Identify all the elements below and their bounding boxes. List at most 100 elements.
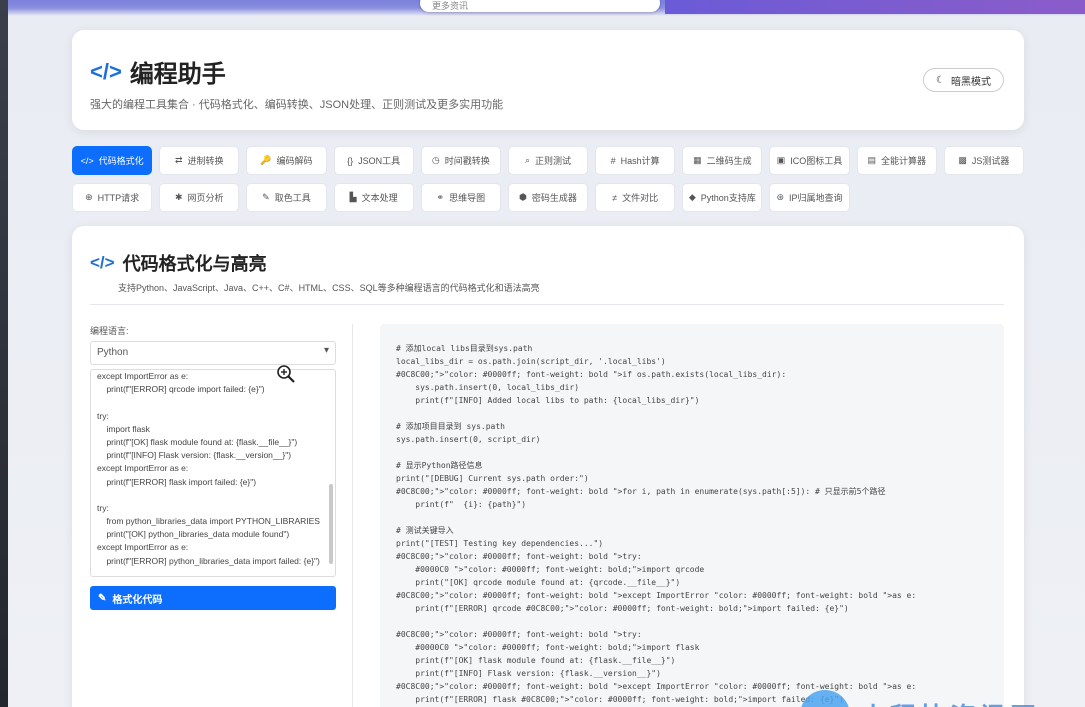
output-line: print(f"[ERROR] qrcode #0C8C00;">"color:… <box>396 604 849 613</box>
scrollbar[interactable] <box>329 374 333 574</box>
code-icon: </> <box>90 58 122 84</box>
tool-button[interactable]: ⊕ HTTP请求 <box>72 183 153 212</box>
tool-button[interactable]: ▦ 二维码生成 <box>682 146 763 175</box>
tool-button[interactable]: ⌕ 正则测试 <box>507 146 589 175</box>
tool-label: IP归属地查询 <box>789 193 843 203</box>
tool-label: JSON工具 <box>358 156 401 166</box>
output-line: print(f" {i}: {path}") <box>396 500 527 509</box>
tool-icon: ≠ <box>612 192 618 203</box>
tool-button[interactable]: # Hash计算 <box>595 146 676 175</box>
tool-button[interactable]: ◆ Python支持库 <box>682 183 763 212</box>
tool-label: Python支持库 <box>700 193 756 203</box>
tool-button[interactable]: ▙ 文本处理 <box>333 183 414 212</box>
tool-button[interactable]: ≠ 文件对比 <box>595 183 676 212</box>
tool-icon: # <box>610 155 616 166</box>
app-subtitle: 强大的编程工具集合 · 代码格式化、编码转换、JSON处理、正则测试及更多实用功… <box>90 99 504 111</box>
tool-button[interactable]: ▩ JS测试器 <box>943 146 1024 175</box>
tool-button[interactable]: ◷ 时间戳转换 <box>420 146 501 175</box>
output-line: #0C8C00;">"color: #0000ff; font-weight: … <box>396 487 886 496</box>
tool-label: JS测试器 <box>971 156 1010 166</box>
output-line: print(f"[OK] flask module found at: {fla… <box>396 656 676 665</box>
tool-icon: ⇄ <box>174 155 183 165</box>
output-line: print("[DEBUG] Current sys.path order:") <box>396 474 589 483</box>
tool-icon: ◷ <box>431 155 440 165</box>
code-line: print(f"[ERROR] python_libraries_data im… <box>97 555 320 566</box>
output-line: #0C8C00;">"color: #0000ff; font-weight: … <box>396 591 917 600</box>
section-title-text: 代码格式化与高亮 <box>122 254 267 274</box>
header-card: </> 编程助手 强大的编程工具集合 · 代码格式化、编码转换、JSON处理、正… <box>72 30 1024 130</box>
tool-button[interactable]: 🔑 编码解码 <box>246 146 327 175</box>
format-button-label: 格式化代码 <box>112 594 163 606</box>
app-title: </> 编程助手 <box>90 54 226 89</box>
output-line: # 添加项目目录到 sys.path <box>396 422 505 431</box>
tool-icon: ⬢ <box>519 192 527 202</box>
output-line: sys.path.insert(0, local_libs_dir) <box>396 383 580 392</box>
os-left-edge <box>0 0 8 707</box>
tool-icon: 🔑 <box>260 155 272 165</box>
code-line: print(f"[OK] flask module found at: {fla… <box>97 436 298 447</box>
tool-label: 进制转换 <box>187 156 224 166</box>
code-icon: </> <box>90 253 115 272</box>
zoom-in-cursor-icon <box>277 365 295 383</box>
tool-icon: ▦ <box>693 155 702 165</box>
watermark: 小程快资讯网 <box>800 690 1040 707</box>
language-select[interactable]: Python ▾ <box>90 341 336 365</box>
output-line: local_libs_dir = os.path.join(script_dir… <box>396 357 666 366</box>
tool-icon: ✱ <box>174 192 183 202</box>
tool-button[interactable]: ▣ ICO图标工具 <box>769 146 850 175</box>
tool-button[interactable]: ✱ 网页分析 <box>159 183 240 212</box>
output-line: # 添加local libs目录到sys.path <box>396 344 533 353</box>
tool-button[interactable]: ✎ 取色工具 <box>246 183 327 212</box>
tool-label: 网页分析 <box>187 193 224 203</box>
tool-icon: ▤ <box>867 155 876 165</box>
tool-button[interactable]: ⚭ 思维导图 <box>420 183 501 212</box>
output-line: print(f"[INFO] Flask version: {flask.__v… <box>396 669 661 678</box>
tool-button[interactable]: ⊛ IP归属地查询 <box>769 183 850 212</box>
section-title: </> 代码格式化与高亮 <box>90 250 267 276</box>
output-line: sys.path.insert(0, script_dir) <box>396 435 541 444</box>
code-line: except ImportError as e: <box>97 463 189 474</box>
tool-button[interactable]: {} JSON工具 <box>333 146 414 175</box>
tool-button[interactable]: </> 代码格式化 <box>72 146 153 175</box>
tool-grid: </> 代码格式化 ⇄ 进制转换 🔑 编码解码 {} JSON工具 ◷ 时间戳转换 ⌕ 正则测试 # Ha… <box>72 146 1024 212</box>
code-line: from python_libraries_data import PYTHON… <box>97 516 320 527</box>
top-banner <box>665 0 1085 14</box>
tool-icon: {} <box>347 155 354 166</box>
main-card: </> 代码格式化与高亮 支持Python、JavaScript、Java、C+… <box>72 226 1024 707</box>
format-code-button[interactable]: ✎ 格式化代码 <box>90 586 336 610</box>
tool-button[interactable]: ▤ 全能计算器 <box>856 146 937 175</box>
output-line: #0000C0 ">"color: #0000ff; font-weight: … <box>396 565 705 574</box>
tool-label: 编码解码 <box>276 156 313 166</box>
code-input-textarea[interactable]: except ImportError as e: print(f"[ERROR]… <box>90 369 336 577</box>
dark-mode-button[interactable]: ☾ 暗黑模式 <box>923 68 1004 92</box>
tool-label: 思维导图 <box>449 193 486 203</box>
language-value: Python <box>97 347 129 358</box>
code-line: except ImportError as e: <box>97 542 189 553</box>
tool-label: 全能计算器 <box>880 156 926 166</box>
tool-label: HTTP请求 <box>97 193 140 203</box>
tool-label: 文本处理 <box>361 193 398 203</box>
tool-icon: </> <box>80 155 94 166</box>
tool-icon: ▣ <box>776 155 786 165</box>
tool-label: 文件对比 <box>622 193 659 203</box>
formatted-output: # 添加local libs目录到sys.path local_libs_dir … <box>380 324 1004 707</box>
output-line: # 显示Python路径信息 <box>396 461 483 470</box>
divider <box>90 304 1004 305</box>
pencil-icon: ✎ <box>98 592 107 604</box>
pane-separator <box>352 324 353 707</box>
output-line: # 测试关键导入 <box>396 526 454 535</box>
tool-icon: ⊕ <box>85 192 93 202</box>
scrollbar-thumb[interactable] <box>329 484 333 564</box>
moon-icon: ☾ <box>936 74 945 86</box>
tool-icon: ⊛ <box>776 192 785 202</box>
tool-label: 正则测试 <box>535 156 572 166</box>
tool-button[interactable]: ⇄ 进制转换 <box>159 146 240 175</box>
output-line: #0C8C00;">"color: #0000ff; font-weight: … <box>396 370 787 379</box>
top-search-input[interactable]: 更多资讯 <box>420 0 660 12</box>
tool-button[interactable]: ⬢ 密码生成器 <box>507 183 589 212</box>
